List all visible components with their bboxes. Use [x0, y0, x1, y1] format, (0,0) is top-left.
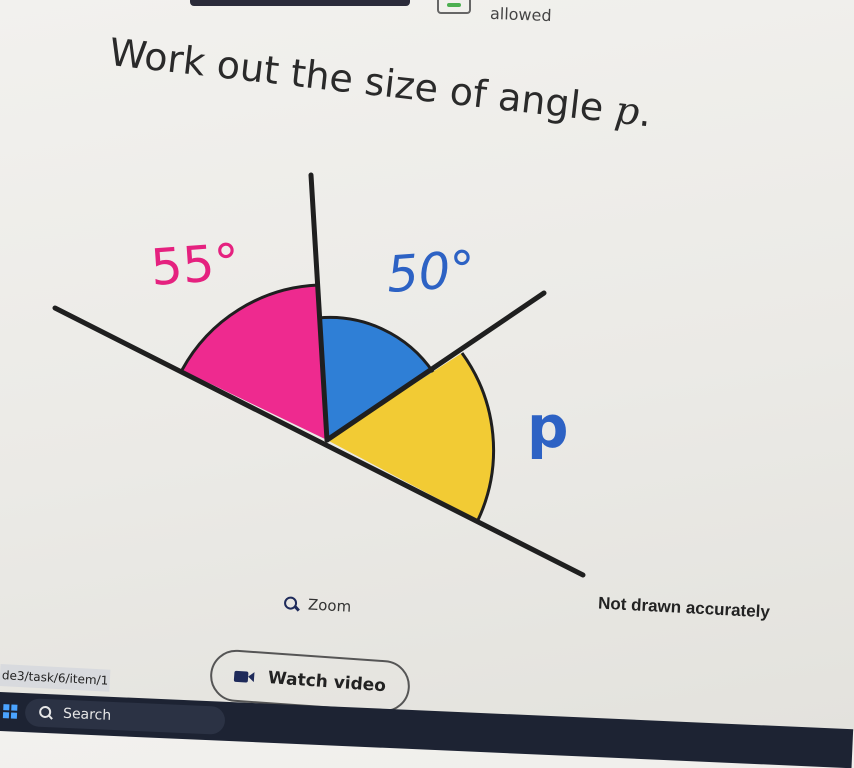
- watch-video-label: Watch video: [267, 668, 387, 697]
- angle-b-label: 50°: [385, 240, 477, 304]
- search-icon: [39, 706, 54, 721]
- search-label: Search: [62, 705, 112, 724]
- angle-p-label: p: [527, 393, 569, 461]
- angle-a-sector: [182, 285, 327, 440]
- taskbar-search[interactable]: Search: [24, 698, 226, 735]
- angle-diagram: 55° 50° p: [52, 172, 586, 578]
- zoom-label: Zoom: [307, 595, 352, 616]
- zoom-button[interactable]: Zoom: [284, 594, 352, 616]
- zoom-icon: [284, 596, 299, 611]
- video-camera-icon: [233, 670, 255, 683]
- angle-a-label: 55°: [149, 233, 241, 297]
- windows-start-icon[interactable]: [2, 704, 18, 719]
